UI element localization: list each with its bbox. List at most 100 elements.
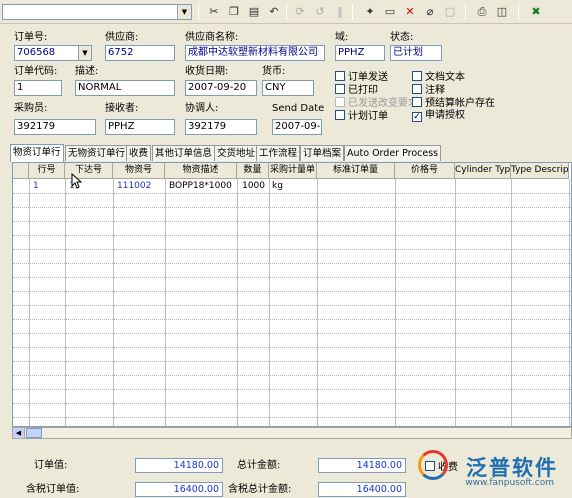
- checkbox-box[interactable]: [335, 97, 345, 107]
- column-header[interactable]: Cylinder Type: [455, 163, 511, 179]
- checkbox-box[interactable]: [335, 71, 345, 81]
- column-header[interactable]: Type Descripti: [511, 163, 569, 179]
- tab-order-archive[interactable]: 订单档案: [300, 145, 345, 161]
- tab-other-info[interactable]: 其他订单信息: [152, 145, 216, 161]
- cell-item-desc[interactable]: BOPP18*1000: [169, 180, 232, 192]
- checkbox-order-sent[interactable]: 订单发送: [335, 71, 388, 84]
- tab-auto-order-process[interactable]: Auto Order Process: [344, 145, 442, 161]
- print-icon[interactable]: ⎙: [474, 4, 490, 20]
- send-date-label: Send Date: [272, 103, 325, 114]
- checkbox-prepay-account[interactable]: 预结算帐户存在: [412, 97, 495, 110]
- column-header[interactable]: 价格号: [395, 163, 455, 179]
- order-no-label: 订单号:: [14, 32, 48, 43]
- tab-material-lines[interactable]: 物资订单行: [10, 144, 64, 162]
- blank-icon[interactable]: □: [442, 4, 458, 20]
- checkbox-printed[interactable]: 已打印: [335, 84, 378, 97]
- toolbar-separator: [286, 4, 287, 20]
- horizontal-scrollbar[interactable]: ◀: [12, 427, 572, 439]
- cell-line-no[interactable]: 1: [33, 180, 39, 192]
- column-header[interactable]: 标准订单量: [317, 163, 395, 179]
- tab-workflow[interactable]: 工作流程: [256, 145, 301, 161]
- order-lines-grid[interactable]: 行号 下达号 物资号 物资描述 数量 采购计量单 标准订单量 价格号 Cylin…: [12, 162, 572, 427]
- checkbox-box[interactable]: [335, 110, 345, 120]
- chevron-down-icon[interactable]: ▼: [177, 5, 191, 19]
- excel-icon[interactable]: ✖: [528, 4, 544, 20]
- checkbox-label: 订单发送: [348, 72, 388, 83]
- cell-uom[interactable]: kg: [272, 180, 283, 192]
- checkbox-box[interactable]: [412, 84, 422, 94]
- checkbox-box[interactable]: ✓: [412, 112, 422, 122]
- tax-order-value-field[interactable]: 16400.00: [135, 482, 223, 497]
- checkbox-comment[interactable]: 注释: [412, 84, 445, 97]
- order-value-field[interactable]: 14180.00: [135, 458, 223, 473]
- order-no-field[interactable]: 706568 ▼: [14, 45, 92, 61]
- supplier-name-field[interactable]: 成都中达软塑新材料有限公司: [185, 45, 325, 61]
- new-icon[interactable]: ✦: [362, 4, 378, 20]
- send-date-field[interactable]: 2007-09-11: [272, 119, 322, 135]
- column-header[interactable]: 采购计量单: [269, 163, 317, 179]
- checkbox-label: 已发送改变要求: [348, 98, 418, 109]
- refresh-icon[interactable]: ⟳: [292, 4, 308, 20]
- window-icon[interactable]: ▭: [382, 4, 398, 20]
- checkbox-change-sent[interactable]: 已发送改变要求: [335, 97, 418, 110]
- tab-non-material-lines[interactable]: 无物资订单行: [65, 145, 129, 161]
- column-header[interactable]: 行号: [29, 163, 65, 179]
- checkbox-planned-order[interactable]: 计划订单: [335, 110, 388, 123]
- scroll-left-icon[interactable]: ◀: [13, 428, 25, 438]
- cell-quantity[interactable]: 1000: [241, 180, 265, 192]
- stop-icon[interactable]: ‖: [332, 4, 348, 20]
- row-separator: [13, 263, 571, 264]
- row-separator: [13, 375, 571, 376]
- row-separator: [13, 249, 571, 250]
- tab-delivery-address[interactable]: 交货地址: [214, 145, 259, 161]
- recv-date-label: 收货日期:: [185, 66, 229, 77]
- checkbox-box[interactable]: [412, 97, 422, 107]
- buyer-field[interactable]: 392179: [14, 119, 96, 135]
- toolbar-separator: [198, 4, 199, 20]
- receiver-field[interactable]: PPHZ: [105, 119, 175, 135]
- scroll-thumb[interactable]: [26, 428, 42, 438]
- logo-mark-icon: [418, 450, 448, 480]
- checkbox-doc-text[interactable]: 文档文本: [412, 71, 465, 84]
- delete-icon[interactable]: ✕: [402, 4, 418, 20]
- checkbox-label: 计划订单: [348, 111, 388, 122]
- checkbox-request-auth[interactable]: ✓ 申请授权: [412, 110, 465, 122]
- order-code-field[interactable]: 1: [14, 80, 62, 96]
- checkbox-label: 注释: [425, 85, 445, 96]
- row-separator: [13, 193, 571, 194]
- toolbar-separator: [465, 4, 466, 20]
- toolbar-combo[interactable]: ▼: [2, 4, 192, 20]
- copy-icon[interactable]: ❐: [226, 4, 242, 20]
- checkbox-label: 预结算帐户存在: [425, 98, 495, 109]
- domain-field[interactable]: PPHZ: [335, 45, 385, 61]
- checkbox-label: 已打印: [348, 85, 378, 96]
- total-amount-label: 总计金额:: [237, 460, 281, 471]
- desc-field[interactable]: NORMAL: [75, 80, 175, 96]
- tax-order-value-label: 含税订单值:: [26, 484, 80, 495]
- eraser-icon[interactable]: ⌀: [422, 4, 438, 20]
- checkbox-box[interactable]: [335, 84, 345, 94]
- paste-icon[interactable]: ▤: [246, 4, 262, 20]
- column-header[interactable]: 物资号: [113, 163, 165, 179]
- cell-item-no[interactable]: 111002: [117, 180, 151, 192]
- back-icon[interactable]: ↺: [312, 4, 328, 20]
- tax-total-label: 含税总计金额:: [228, 484, 292, 495]
- undo-icon[interactable]: ↶: [266, 4, 282, 20]
- scissors-icon[interactable]: ✂: [206, 4, 222, 20]
- tab-fees[interactable]: 收费: [126, 145, 152, 161]
- preview-icon[interactable]: ◫: [494, 4, 510, 20]
- supplier-field[interactable]: 6752: [105, 45, 175, 61]
- checkbox-label: 文档文本: [425, 72, 465, 83]
- currency-field[interactable]: CNY: [262, 80, 314, 96]
- column-header[interactable]: 物资描述: [165, 163, 237, 179]
- recv-date-field[interactable]: 2007-09-20: [185, 80, 257, 96]
- status-label: 状态:: [390, 32, 414, 43]
- row-separator: [13, 235, 571, 236]
- checkbox-box[interactable]: [412, 71, 422, 81]
- row-header-corner: [13, 163, 29, 179]
- coordinator-field[interactable]: 392179: [185, 119, 257, 135]
- column-header[interactable]: 数量: [237, 163, 269, 179]
- watermark-logo: 泛普软件 www.fanpusoft.com: [366, 448, 566, 493]
- status-field[interactable]: 已计划: [390, 45, 442, 61]
- chevron-down-icon[interactable]: ▼: [78, 46, 91, 60]
